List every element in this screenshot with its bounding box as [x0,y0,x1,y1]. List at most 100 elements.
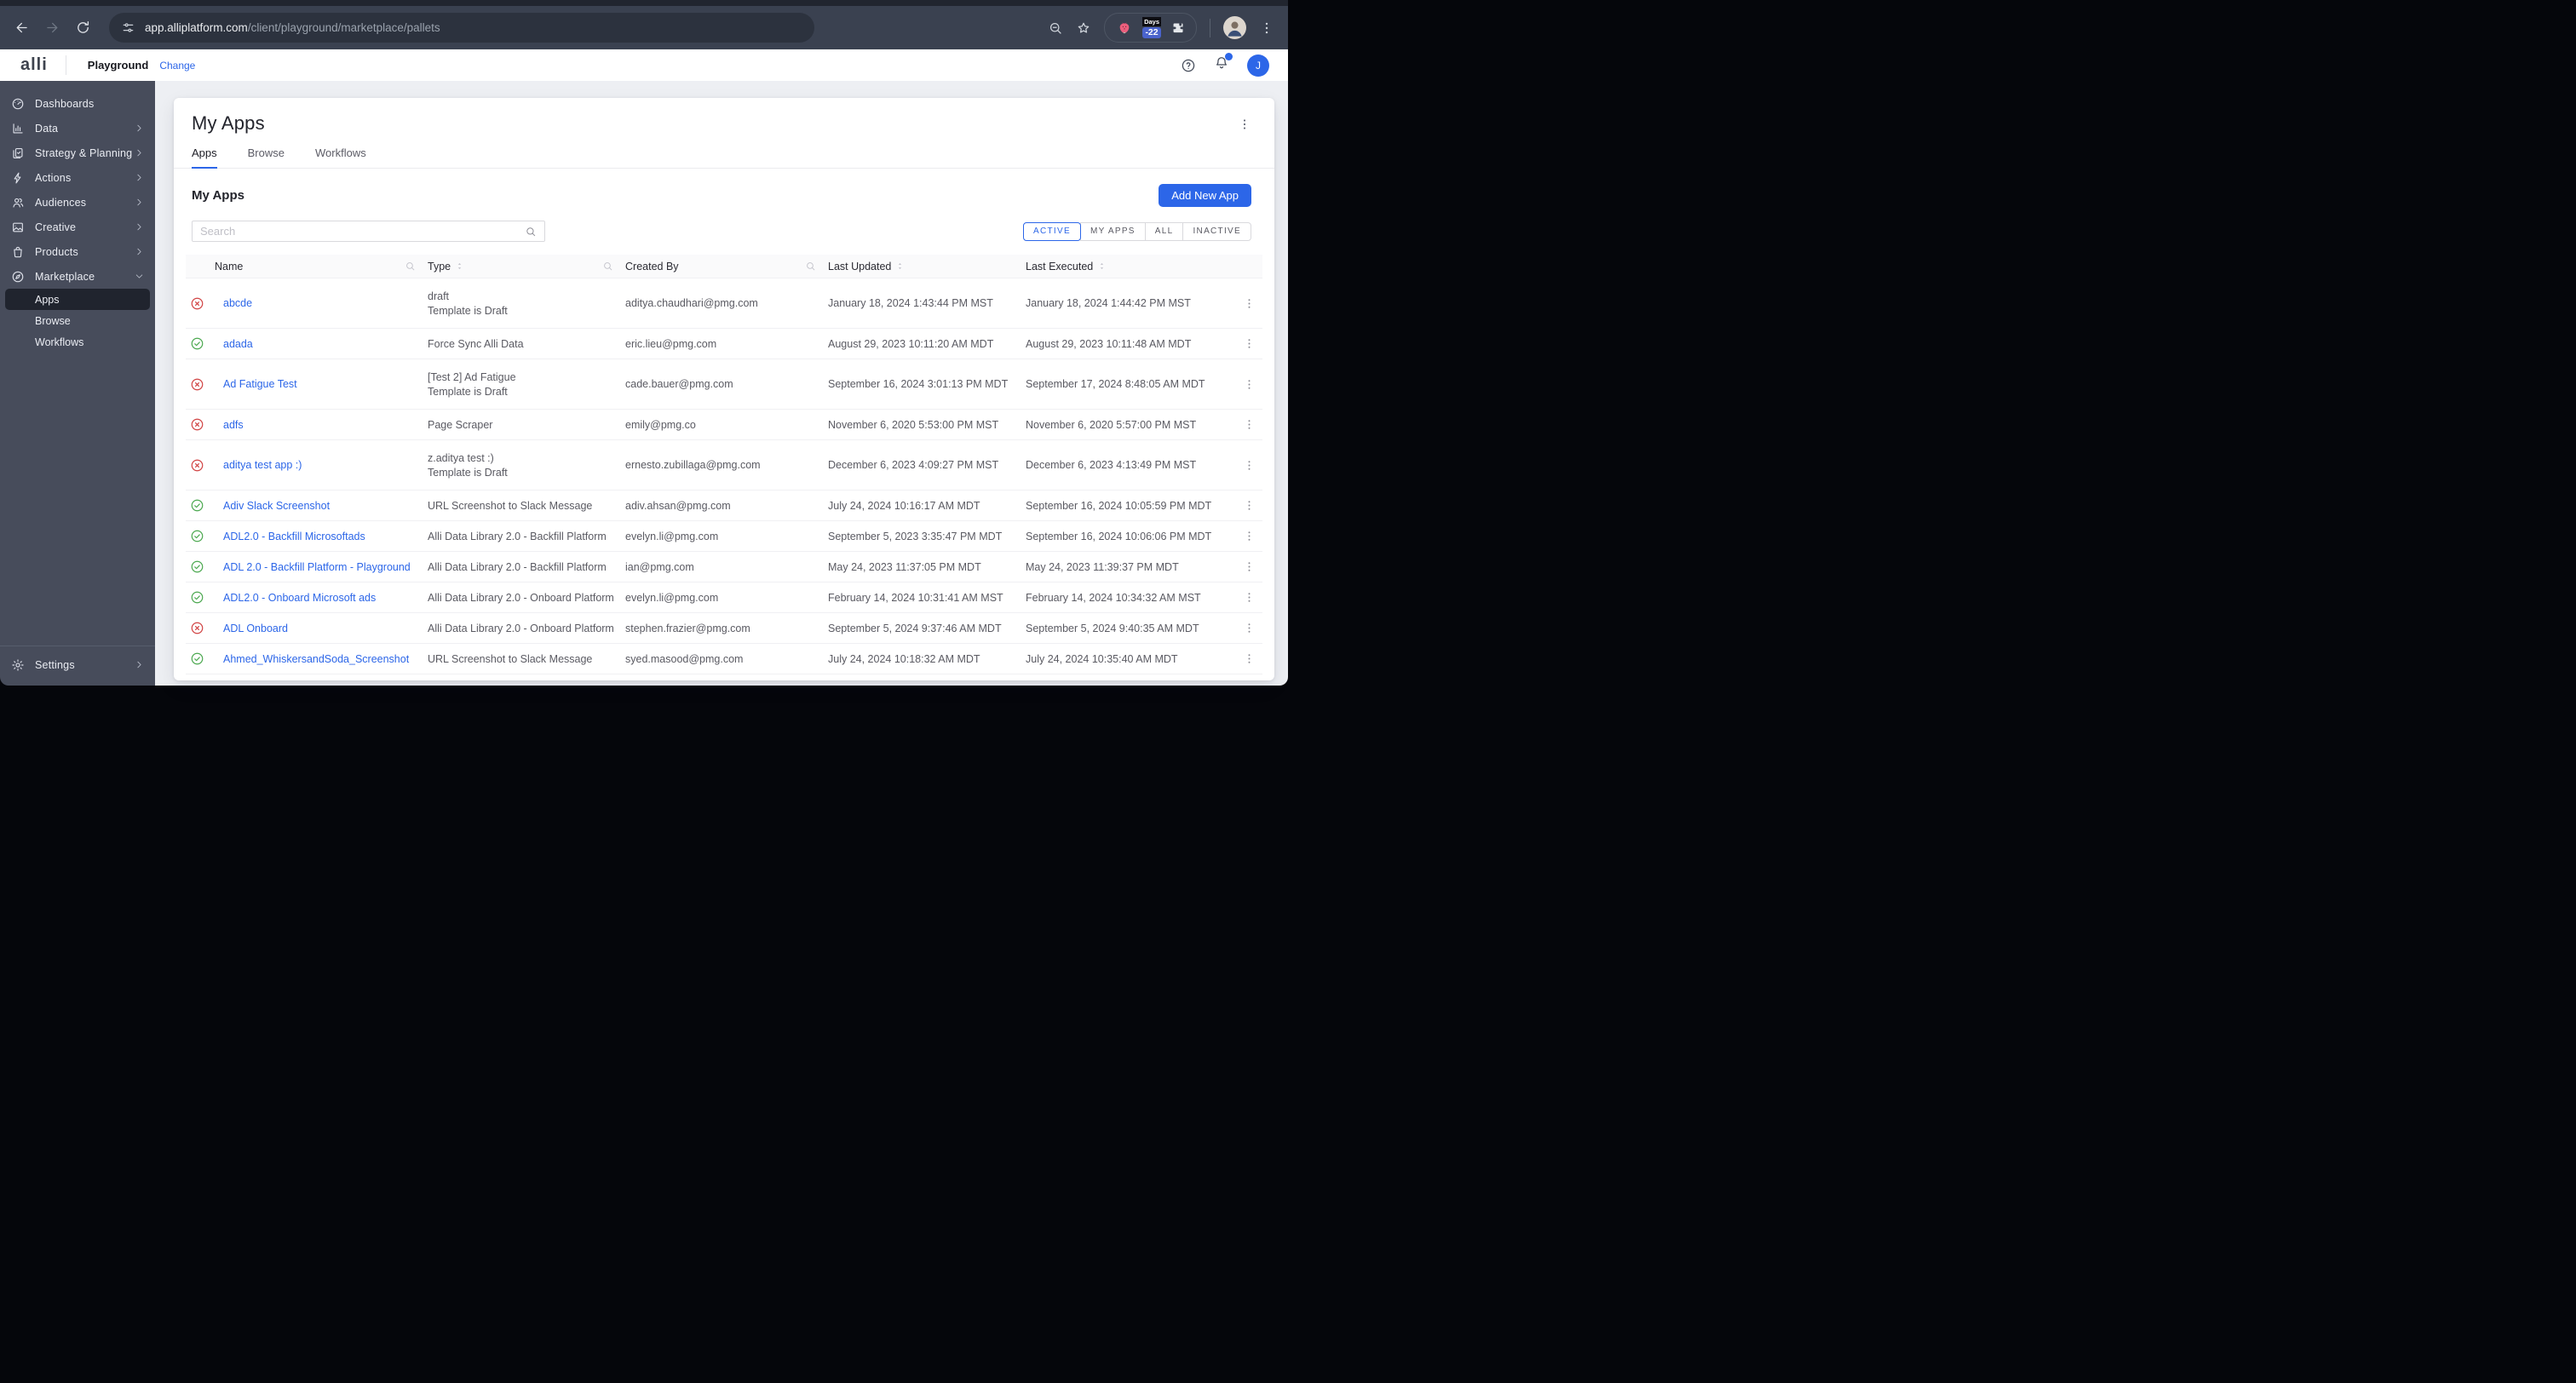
filter-my-apps[interactable]: MY APPS [1079,221,1146,241]
column-search-icon[interactable] [805,261,816,272]
app-name-link[interactable]: ADL2.0 - Backfill Microsoftads [223,531,365,542]
app-name-link[interactable]: abcde [223,297,252,309]
days-extension-badge[interactable]: Days -22 [1142,17,1161,38]
browser-chrome: app.alliplatform.com/client/playground/m… [0,0,1288,49]
forward-icon[interactable] [44,20,60,36]
extensions-puzzle-icon[interactable] [1170,20,1185,35]
tab-apps[interactable]: Apps [192,146,217,169]
name-cell: ADL Onboard [215,623,428,634]
column-search-icon[interactable] [405,261,416,272]
search-input[interactable] [200,225,525,238]
data-icon [11,122,25,135]
sidebar-item-audiences[interactable]: Audiences [0,190,155,215]
app-name-link[interactable]: Adiv Slack Screenshot [223,500,330,512]
sidebar-item-settings[interactable]: Settings [0,652,155,677]
app-name-link[interactable]: ADL 2.0 - Backfill Platform - Playground [223,561,411,573]
sidebar-nav: Dashboards Data Strategy & Planning Actions… [0,81,155,353]
last-updated-cell: May 24, 2023 11:37:05 PM MDT [828,560,981,573]
type-text: Alli Data Library 2.0 - Onboard Platform [428,622,614,634]
app-name-link[interactable]: Ahmed_WhiskersandSoda_Screenshot [223,653,409,665]
column-label: Created By [625,260,679,273]
app-name-link[interactable]: aditya test app :) [223,459,302,471]
filter-inactive[interactable]: INACTIVE [1182,221,1251,241]
sidebar-item-dashboards[interactable]: Dashboards [0,91,155,116]
main-content: My Apps Apps Browse Workflows My Apps Add … [155,81,1288,686]
row-menu-icon[interactable] [1243,418,1256,431]
app-name-link[interactable]: adfs [223,419,244,431]
help-icon[interactable] [1181,58,1196,73]
row-menu-icon[interactable] [1243,297,1256,310]
sort-icon[interactable] [455,261,464,271]
app-header: alli Playground Change J [0,49,1288,81]
app-name-link[interactable]: ADL2.0 - Onboard Microsoft ads [223,592,376,604]
zoom-out-icon[interactable] [1048,20,1063,36]
row-menu-icon[interactable] [1243,337,1256,350]
tab-browse[interactable]: Browse [248,146,285,168]
sidebar-item-label: Dashboards [35,97,95,110]
sidebar-subitem-browse[interactable]: Browse [5,310,150,331]
app-name-link[interactable]: Ad Fatigue Test [223,378,297,390]
sort-icon[interactable] [1097,261,1107,271]
column-header-last-updated[interactable]: Last Updated [828,255,1026,278]
sort-icon[interactable] [895,261,905,271]
created-by-cell: cade.bauer@pmg.com [625,378,733,390]
sidebar-subitem-apps[interactable]: Apps [5,289,150,310]
browser-profile-avatar[interactable] [1223,16,1246,39]
table-row: abcde draft Template is Draft aditya.chaudh… [186,278,1262,329]
type-cell: Alli Data Library 2.0 - Onboard Platform [428,623,625,634]
row-menu-icon[interactable] [1243,459,1256,472]
name-cell: Ad Fatigue Test [215,378,428,390]
status-cell [186,296,215,311]
address-bar[interactable]: app.alliplatform.com/client/playground/m… [109,13,814,43]
change-workspace-link[interactable]: Change [159,60,195,72]
type-text: z.aditya test :) [428,451,494,464]
sidebar-item-marketplace[interactable]: Marketplace [0,264,155,289]
status-cell [186,560,215,574]
sidebar-item-label: Creative [35,221,77,233]
sidebar-item-products[interactable]: Products [0,239,155,264]
chevron-right-icon [135,247,144,256]
row-menu-icon[interactable] [1243,530,1256,542]
row-menu-icon[interactable] [1243,378,1256,391]
sidebar-item-label: Settings [35,658,75,671]
type-cell: URL Screenshot to Slack Message [428,500,625,512]
row-menu-icon[interactable] [1243,499,1256,512]
column-label: Last Updated [828,260,892,273]
table-row: Ahmed_WhiskersandSoda_Screenshot URL Scre… [186,644,1262,674]
sidebar-subitem-workflows[interactable]: Workflows [5,331,150,353]
site-settings-icon[interactable] [121,20,135,35]
sidebar-item-actions[interactable]: Actions [0,165,155,190]
sidebar-item-strategy-planning[interactable]: Strategy & Planning [0,141,155,165]
created-by-cell: stephen.frazier@pmg.com [625,622,750,634]
search-icon[interactable] [525,226,537,238]
card-menu-icon[interactable] [1238,118,1251,131]
user-avatar[interactable]: J [1247,54,1269,77]
status-cell [186,417,215,432]
browser-menu-icon[interactable] [1259,20,1274,36]
last-executed-cell: February 14, 2024 10:34:32 AM MST [1026,591,1201,604]
tab-workflows[interactable]: Workflows [315,146,366,168]
sidebar-item-creative[interactable]: Creative [0,215,155,239]
app-name-link[interactable]: ADL Onboard [223,623,288,634]
column-header-type[interactable]: Type [428,255,625,278]
status-success-icon [190,651,204,666]
created-by-cell: evelyn.li@pmg.com [625,530,719,542]
row-menu-icon[interactable] [1243,622,1256,634]
row-menu-icon[interactable] [1243,652,1256,665]
app-name-link[interactable]: adada [223,338,253,350]
sidebar-item-data[interactable]: Data [0,116,155,141]
filter-active[interactable]: ACTIVE [1023,221,1081,241]
filter-all[interactable]: ALL [1144,221,1184,241]
row-menu-icon[interactable] [1243,560,1256,573]
add-new-app-button[interactable]: Add New App [1159,184,1251,207]
row-menu-icon[interactable] [1243,591,1256,604]
strawberry-extension-icon[interactable] [1116,20,1133,37]
sidebar-item-label: Audiences [35,196,87,209]
bookmark-star-icon[interactable] [1076,20,1091,36]
last-updated-cell: September 5, 2024 9:37:46 AM MDT [828,622,1002,634]
column-header-last-executed[interactable]: Last Executed [1026,255,1235,278]
reload-icon[interactable] [75,20,91,36]
filter-group: ACTIVE MY APPS ALL INACTIVE [1023,221,1251,241]
column-search-icon[interactable] [602,261,613,272]
back-icon[interactable] [14,20,30,36]
